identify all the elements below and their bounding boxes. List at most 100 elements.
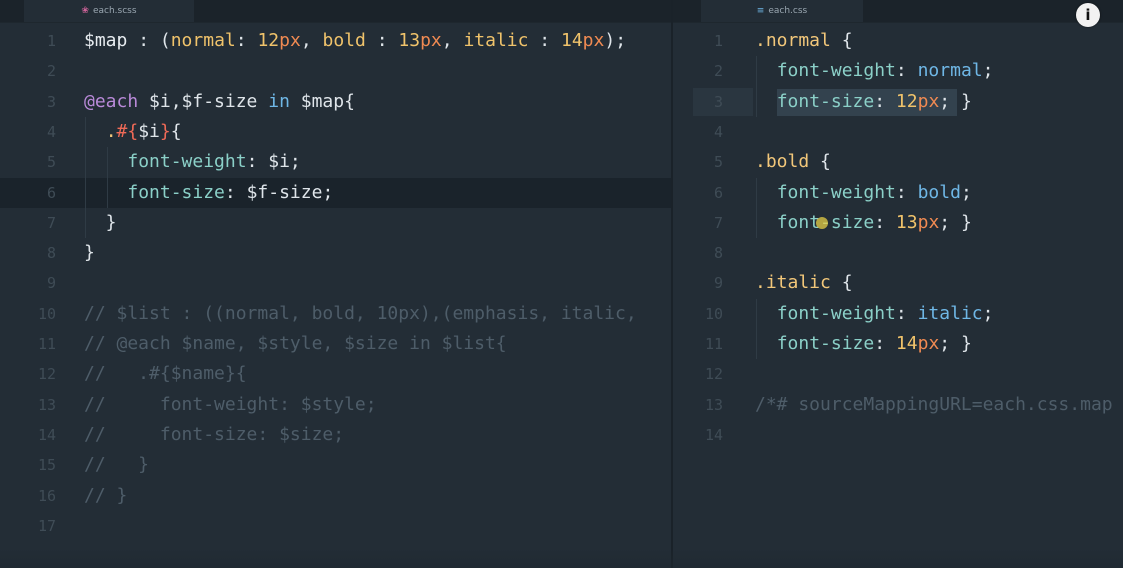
indent-guide (107, 147, 108, 208)
code-token: $map{ (289, 90, 355, 112)
left-tab-bar: ❀ each.scss (0, 0, 671, 22)
code-token: : (895, 181, 918, 203)
line-number: 16 (37, 486, 56, 505)
line-number: 7 (713, 213, 723, 232)
code-line[interactable]: 11 font-size: 14px; } (673, 329, 1123, 359)
code-token: 13 (398, 30, 421, 51)
code-line[interactable]: 11 // @each $name, $style, $size in $list… (0, 329, 671, 359)
code-token: . (105, 120, 117, 142)
code-token: normal (170, 30, 236, 51)
line-number: 13 (37, 395, 56, 414)
line-number: 9 (46, 274, 56, 293)
code-line[interactable]: 7 font-size: 13px; } (673, 208, 1123, 238)
line-number: 4 (713, 122, 723, 141)
code-token: $i,$f-size (138, 90, 269, 112)
code-token: /*# sourceMappingURL=each.css.map (755, 393, 1113, 415)
code-token: italic (463, 30, 529, 51)
code-line[interactable]: 3 @each $i,$f-size in $map{ (0, 87, 671, 117)
code-token: : (365, 30, 399, 51)
code-token: 14 (560, 30, 583, 51)
code-token: normal (917, 60, 983, 82)
code-line[interactable]: 10 // $list : ((normal, bold, 10px),(emph… (0, 299, 671, 329)
code-line[interactable]: 3 font-size: 12px; } (673, 87, 1123, 117)
code-token: .normal (755, 30, 831, 51)
code-token: // @each $name, $style, $size in $list{ (84, 333, 507, 354)
code-token: , (441, 30, 464, 51)
code-token: { (809, 151, 831, 173)
code-line[interactable]: 1 .normal { (673, 26, 1123, 56)
code-token: px (917, 333, 940, 354)
code-line[interactable]: 8 (673, 238, 1123, 268)
line-number: 10 (37, 304, 56, 323)
code-line[interactable]: 6 font-size: $f-size; (0, 177, 671, 208)
line-number: 13 (704, 395, 723, 414)
code-line[interactable]: 10 font-weight: italic; (673, 299, 1123, 329)
code-token: .bold (755, 151, 810, 173)
code-line[interactable]: 14 // font-size: $size; (0, 420, 671, 450)
line-code: // } (84, 450, 149, 480)
line-number: 15 (37, 456, 56, 475)
code-line[interactable]: 14 (673, 420, 1123, 450)
code-line[interactable]: 13 // font-weight: $style; (0, 390, 671, 420)
code-line[interactable]: 1 $map : (normal: 12px, bold : 13px, ital… (0, 26, 671, 56)
line-code: // .#{$name}{ (84, 359, 247, 389)
code-line[interactable]: 4 .#{$i}{ (0, 117, 671, 147)
code-editor-css[interactable]: 1 .normal {2 font-weight: normal; 3 font-s… (673, 24, 1123, 568)
left-editor-pane[interactable]: ❀ each.scss 1 $map : (normal: 12px, bold … (0, 0, 671, 568)
code-line[interactable]: 2 font-weight: normal; (673, 56, 1123, 86)
line-number: 8 (46, 244, 56, 263)
line-code: $map : (normal: 12px, bold : 13px, itali… (84, 26, 626, 56)
code-line[interactable]: 4 (673, 117, 1123, 147)
code-line[interactable]: 8} (0, 238, 671, 268)
code-line[interactable]: 12 // .#{$name}{ (0, 359, 671, 389)
line-number: 5 (713, 153, 723, 172)
right-editor-pane[interactable]: ≡ each.css 1 .normal {2 font-weight: norm… (673, 0, 1123, 568)
code-token: : $f-size; (224, 181, 334, 203)
code-line[interactable]: 12 (673, 359, 1123, 389)
code-line[interactable]: 9 (0, 268, 671, 298)
line-number: 2 (713, 62, 723, 81)
line-number: 6 (713, 183, 723, 202)
line-number: 1 (713, 32, 723, 50)
line-code: } (84, 238, 95, 268)
line-code: // font-weight: $style; (84, 390, 377, 420)
line-number: 11 (704, 335, 723, 353)
line-number: 7 (46, 213, 56, 232)
code-token: } (159, 120, 171, 142)
code-line[interactable]: 9 .italic { (673, 268, 1123, 298)
tab-each-scss[interactable]: ❀ each.scss (24, 0, 194, 22)
code-line[interactable]: 5 .bold { (673, 147, 1123, 177)
line-number: 12 (704, 365, 723, 384)
tab-label: each.css (768, 6, 808, 16)
line-code: /*# sourceMappingURL=each.css.map (755, 390, 1113, 420)
code-line[interactable]: 15 // } (0, 450, 671, 480)
code-line[interactable]: 7 } (0, 208, 671, 238)
code-line[interactable]: 16 // } (0, 481, 671, 511)
indent-guide (85, 116, 86, 239)
code-line[interactable]: 2 (0, 56, 671, 86)
line-number: 9 (713, 274, 723, 293)
code-token: } (84, 242, 95, 264)
code-line[interactable]: 5 font-weight: $i; (0, 147, 671, 177)
code-editor-scss[interactable]: 1 $map : (normal: 12px, bold : 13px, ital… (0, 24, 671, 568)
code-token: : (895, 60, 918, 82)
line-code: // $list : ((normal, bold, 10px),(emphas… (84, 299, 637, 329)
tab-each-css[interactable]: ≡ each.css (701, 0, 863, 22)
info-button[interactable]: i (1076, 3, 1100, 27)
code-token: // } (84, 484, 128, 506)
code-token: bold (322, 30, 366, 51)
code-line[interactable]: 6 font-weight: bold; (673, 178, 1123, 208)
code-line[interactable]: 17 (0, 511, 671, 541)
line-code: .bold { (755, 147, 831, 177)
indent-guide (756, 56, 757, 117)
code-line[interactable]: 13 /*# sourceMappingURL=each.css.map (673, 390, 1123, 420)
line-code: font-weight: italic; (755, 299, 994, 329)
code-token: $map (84, 30, 128, 51)
tab-underline (0, 22, 671, 23)
